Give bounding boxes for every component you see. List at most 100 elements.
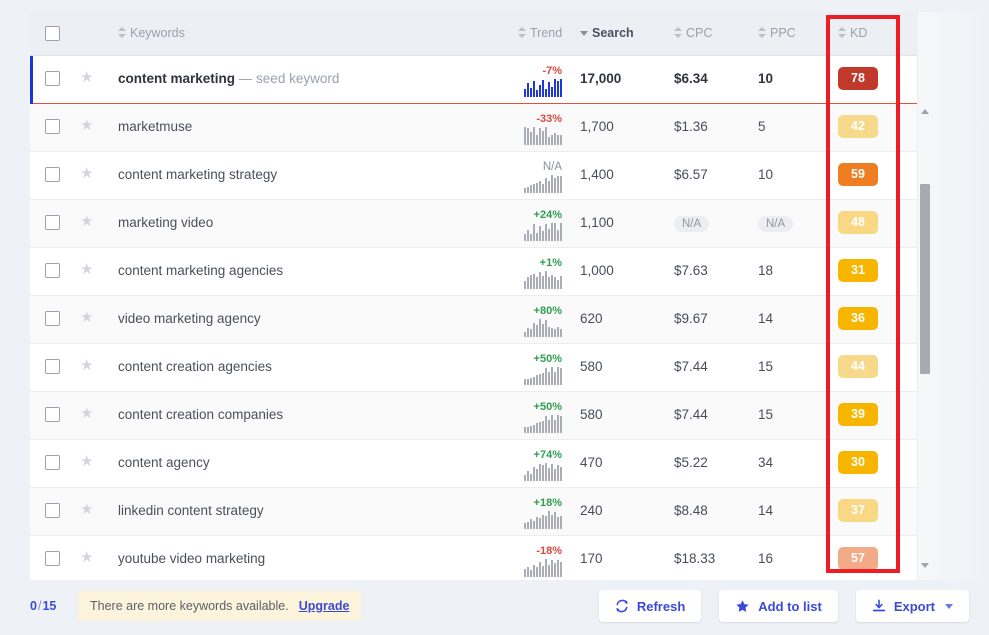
star-icon[interactable]: ★ <box>80 358 106 373</box>
search-volume-cell: 1,100 <box>570 199 662 248</box>
scroll-up-arrow-icon[interactable] <box>921 109 929 114</box>
cpc-cell: $6.57 <box>662 151 746 200</box>
export-button[interactable]: Export <box>855 590 969 622</box>
table-row[interactable]: ★ content creation companies +50% 580 $7.44 1… <box>30 391 931 440</box>
keyword-cell[interactable]: marketmuse <box>106 103 502 152</box>
select-all-checkbox[interactable] <box>45 25 60 41</box>
keyword-text: content marketing agencies <box>118 262 284 278</box>
keyword-cell[interactable]: content marketing agencies <box>106 247 502 296</box>
star-icon[interactable]: ★ <box>80 118 106 133</box>
trend-percent: +80% <box>533 304 562 317</box>
table-row[interactable]: ★ content agency +74% 470 $5.22 34 30 <box>30 439 931 488</box>
trend-sparkline <box>502 318 562 337</box>
table-row[interactable]: ★ content marketing agencies +1% 1,000 $7.63… <box>30 247 931 296</box>
row-checkbox[interactable] <box>45 262 60 278</box>
row-checkbox[interactable] <box>45 70 60 86</box>
table-row[interactable]: ★ content creation agencies +50% 580 $7.44 15… <box>30 343 931 392</box>
row-checkbox[interactable] <box>45 358 60 374</box>
column-header-search[interactable]: Search <box>570 12 662 56</box>
row-checkbox[interactable] <box>45 166 60 182</box>
trend-percent: -7% <box>542 64 562 77</box>
scrollbar-thumb[interactable] <box>920 184 930 374</box>
kd-badge: 78 <box>838 66 878 90</box>
trend-percent: N/A <box>542 160 562 173</box>
row-checkbox[interactable] <box>45 550 60 566</box>
table-row[interactable]: ★ marketmuse -33% 1,700 $1.36 5 42 <box>30 103 931 152</box>
ppc-cell: 15 <box>746 391 824 440</box>
column-header-ppc[interactable]: PPC <box>746 12 824 56</box>
search-volume-cell: 580 <box>570 343 662 392</box>
kd-cell: 59 <box>824 151 931 200</box>
header-row: Keywords Trend Search CPC PPC KD <box>30 12 931 56</box>
scroll-down-arrow-icon[interactable] <box>921 563 929 568</box>
kd-badge: 30 <box>838 450 878 474</box>
keyword-cell[interactable]: marketing video <box>106 199 502 248</box>
column-header-kd[interactable]: KD <box>824 12 931 56</box>
row-select-cell <box>30 535 74 580</box>
row-checkbox[interactable] <box>45 310 60 326</box>
cpc-cell: $7.44 <box>662 343 746 392</box>
row-checkbox[interactable] <box>45 118 60 134</box>
row-select-cell <box>30 295 74 344</box>
search-volume-cell: 1,700 <box>570 103 662 152</box>
table-row[interactable]: ★ marketing video +24% 1,100 N/A N/A 48 <box>30 199 931 248</box>
table-row[interactable]: ★ youtube video marketing -18% 170 $18.33 16 5… <box>30 535 931 580</box>
keyword-cell[interactable]: content agency <box>106 439 502 488</box>
table-row[interactable]: ★ content marketing — seed keyword -7% 17,0… <box>30 55 931 104</box>
kd-badge: 36 <box>838 306 878 330</box>
column-header-keywords[interactable]: Keywords <box>106 12 502 56</box>
keyword-cell[interactable]: content marketing strategy <box>106 151 502 200</box>
add-to-list-button[interactable]: Add to list <box>719 590 838 622</box>
star-icon[interactable]: ★ <box>80 70 106 85</box>
star-icon[interactable]: ★ <box>80 454 106 469</box>
row-favorite-cell: ★ <box>74 247 106 296</box>
star-icon[interactable]: ★ <box>80 214 106 229</box>
trend-sparkline <box>502 558 562 577</box>
keyword-cell[interactable]: content marketing — seed keyword <box>106 55 502 104</box>
star-icon[interactable]: ★ <box>80 550 106 565</box>
row-checkbox[interactable] <box>45 454 60 470</box>
counter-total: 15 <box>42 599 57 613</box>
keyword-cell[interactable]: content creation agencies <box>106 343 502 392</box>
star-icon[interactable]: ★ <box>80 166 106 181</box>
keyword-text: content agency <box>118 454 210 470</box>
kd-cell: 39 <box>824 391 931 440</box>
keyword-cell[interactable]: youtube video marketing <box>106 535 502 580</box>
star-icon[interactable]: ★ <box>80 406 106 421</box>
keyword-text: content marketing <box>118 70 236 86</box>
upgrade-link[interactable]: Upgrade <box>299 599 350 613</box>
column-header-trend[interactable]: Trend <box>502 12 570 56</box>
table-row[interactable]: ★ content marketing strategy N/A 1,400 $6.57… <box>30 151 931 200</box>
row-select-cell <box>30 487 74 536</box>
column-header-label: Search <box>592 25 634 40</box>
trend-sparkline <box>502 462 562 481</box>
kd-cell: 78 <box>824 55 931 104</box>
na-pill: N/A <box>758 215 794 232</box>
keyword-cell[interactable]: video marketing agency <box>106 295 502 344</box>
row-favorite-cell: ★ <box>74 391 106 440</box>
refresh-button[interactable]: Refresh <box>598 590 702 622</box>
star-icon[interactable]: ★ <box>80 310 106 325</box>
row-checkbox[interactable] <box>45 214 60 230</box>
star-icon[interactable]: ★ <box>80 502 106 517</box>
table-row[interactable]: ★ linkedin content strategy +18% 240 $8.48 14… <box>30 487 931 536</box>
star-icon[interactable]: ★ <box>80 262 106 277</box>
ppc-cell: 15 <box>746 343 824 392</box>
row-select-cell <box>30 391 74 440</box>
keyword-text: content marketing strategy <box>118 166 278 182</box>
kd-cell: 48 <box>824 199 931 248</box>
column-header-cpc[interactable]: CPC <box>662 12 746 56</box>
row-checkbox[interactable] <box>45 502 60 518</box>
panel-right-fade <box>931 12 989 580</box>
row-favorite-cell: ★ <box>74 535 106 580</box>
ppc-cell: 10 <box>746 55 824 104</box>
vertical-scrollbar[interactable] <box>917 12 931 580</box>
keyword-cell[interactable]: linkedin content strategy <box>106 487 502 536</box>
row-checkbox[interactable] <box>45 406 60 422</box>
table-row[interactable]: ★ video marketing agency +80% 620 $9.67 14 36 <box>30 295 931 344</box>
keyword-cell[interactable]: content creation companies <box>106 391 502 440</box>
ppc-cell: N/A <box>746 199 824 248</box>
kd-badge: 42 <box>838 114 878 138</box>
keyword-text: youtube video marketing <box>118 550 266 566</box>
trend-sparkline <box>502 366 562 385</box>
